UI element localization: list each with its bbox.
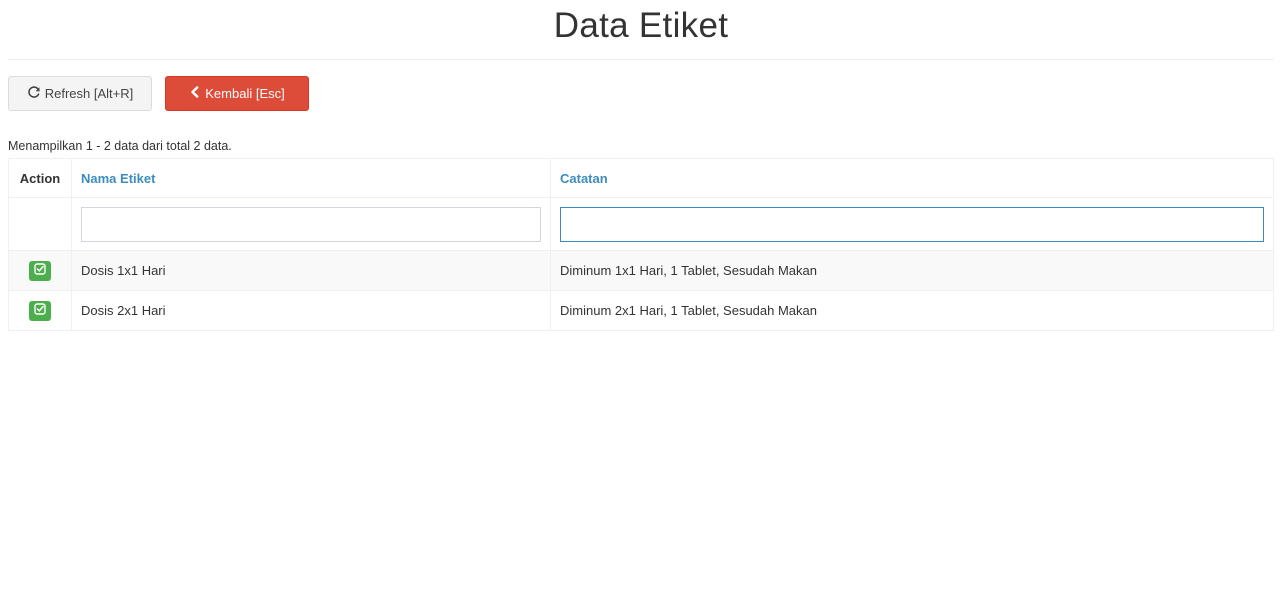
sort-nama-etiket-link[interactable]: Nama Etiket [81,171,155,186]
back-button[interactable]: Kembali [Esc] [165,76,309,111]
back-button-label: Kembali [Esc] [205,86,285,101]
check-square-icon [34,263,46,278]
row-catatan: Diminum 1x1 Hari, 1 Tablet, Sesudah Maka… [550,251,1273,290]
column-header-nama-etiket: Nama Etiket [71,159,550,197]
refresh-button-label: Refresh [Alt+R] [44,86,134,101]
table-row: Dosis 2x1 Hari Diminum 2x1 Hari, 1 Table… [9,290,1273,330]
sort-catatan-link[interactable]: Catatan [560,171,608,186]
select-row-button[interactable] [29,300,51,321]
filter-nama-etiket-input[interactable] [81,206,541,242]
page: Data Etiket Refresh [Alt+R] Kembali [Esc… [0,0,1280,615]
etiket-table: Action Nama Etiket Catatan Dosis 1x1 Har… [8,158,1274,331]
row-nama-etiket: Dosis 1x1 Hari [71,251,550,290]
page-title: Data Etiket [553,6,729,45]
chevron-left-icon [189,86,205,101]
filter-catatan-input[interactable] [560,206,1264,242]
table-filter-row [9,197,1273,250]
refresh-icon [27,85,45,102]
refresh-button[interactable]: Refresh [Alt+R] [8,76,152,111]
row-action-cell [9,251,71,290]
filter-cell-nama [71,198,550,250]
results-summary: Menampilkan 1 - 2 data dari total 2 data… [8,139,232,153]
table-header-row: Action Nama Etiket Catatan [9,159,1273,197]
check-square-icon [34,303,46,318]
row-catatan: Diminum 2x1 Hari, 1 Tablet, Sesudah Maka… [550,291,1273,330]
select-row-button[interactable] [29,260,51,281]
column-header-action: Action [19,170,61,186]
filter-cell-catatan [550,198,1273,250]
filter-cell-action [9,198,71,250]
table-row: Dosis 1x1 Hari Diminum 1x1 Hari, 1 Table… [9,250,1273,290]
row-nama-etiket: Dosis 2x1 Hari [71,291,550,330]
column-header-catatan: Catatan [550,159,1273,197]
row-action-cell [9,291,71,330]
title-divider [8,59,1274,60]
